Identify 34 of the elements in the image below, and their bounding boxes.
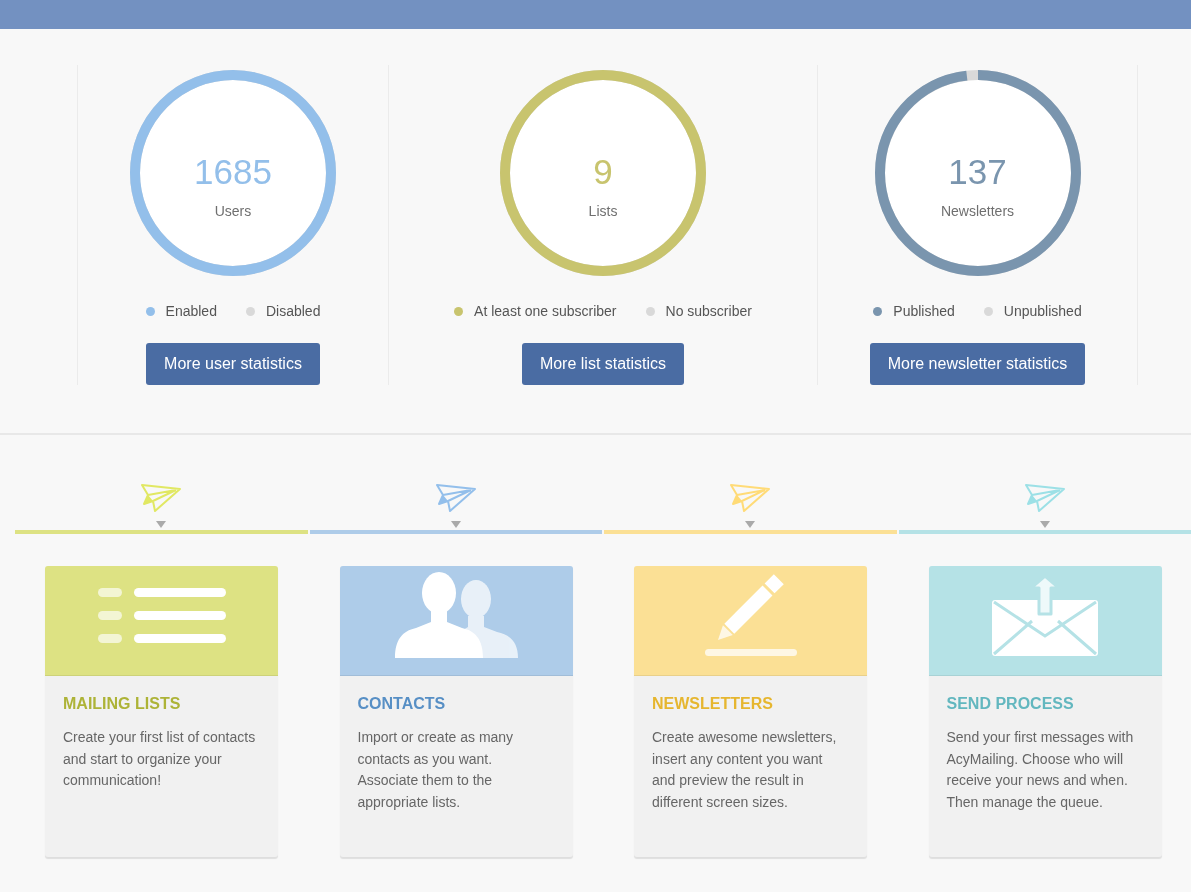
step-title: CONTACTS (357, 694, 447, 714)
step-description: Send your first messages with AcyMailing. Choose who will receive your news and when. Then manage the queue. (946, 728, 1135, 812)
step-description: Import or create as many contacts as you want. Associate them to the appropriate lists. (357, 728, 515, 812)
legend-label: Enabled (165, 302, 217, 321)
legend-label: Disabled (265, 302, 321, 321)
step-description: Create your first list of contacts and start to organize your communication! (63, 728, 257, 791)
step-title: MAILING LISTS (63, 694, 182, 714)
statistics-button[interactable]: More list statistics (521, 343, 685, 385)
people-icon (393, 571, 519, 658)
list-icon (97, 586, 226, 643)
step-title: SEND PROCESS (946, 694, 1075, 714)
pencil-icon (704, 573, 797, 656)
caret-icon (156, 521, 167, 528)
caret-icon (1039, 521, 1050, 528)
paper-plane-icon (729, 483, 772, 513)
legend-label: No subscriber (665, 302, 752, 321)
stat-label: Users (214, 202, 252, 221)
paper-plane-icon (1023, 483, 1066, 513)
step-title: NEWSLETTERS (652, 694, 774, 714)
caret-icon (450, 521, 461, 528)
step-description: Create awesome newsletters, insert any content you want and preview the result in different screen sizes. (652, 728, 838, 812)
stat-label: Lists (588, 202, 618, 221)
statistics-button[interactable]: More newsletter statistics (869, 343, 1086, 385)
stat-label: Newsletters (940, 202, 1015, 221)
legend-label: Published (893, 302, 955, 321)
legend-label: At least one subscriber (474, 302, 617, 321)
stat-number: 9 (593, 152, 613, 192)
legend-label: Unpublished (1003, 302, 1082, 321)
stat-number: 137 (948, 152, 1007, 192)
caret-icon (745, 521, 756, 528)
paper-plane-icon (434, 483, 477, 513)
stat-number: 1685 (194, 152, 272, 192)
statistics-button[interactable]: More user statistics (146, 343, 320, 385)
paper-plane-icon (140, 483, 183, 513)
